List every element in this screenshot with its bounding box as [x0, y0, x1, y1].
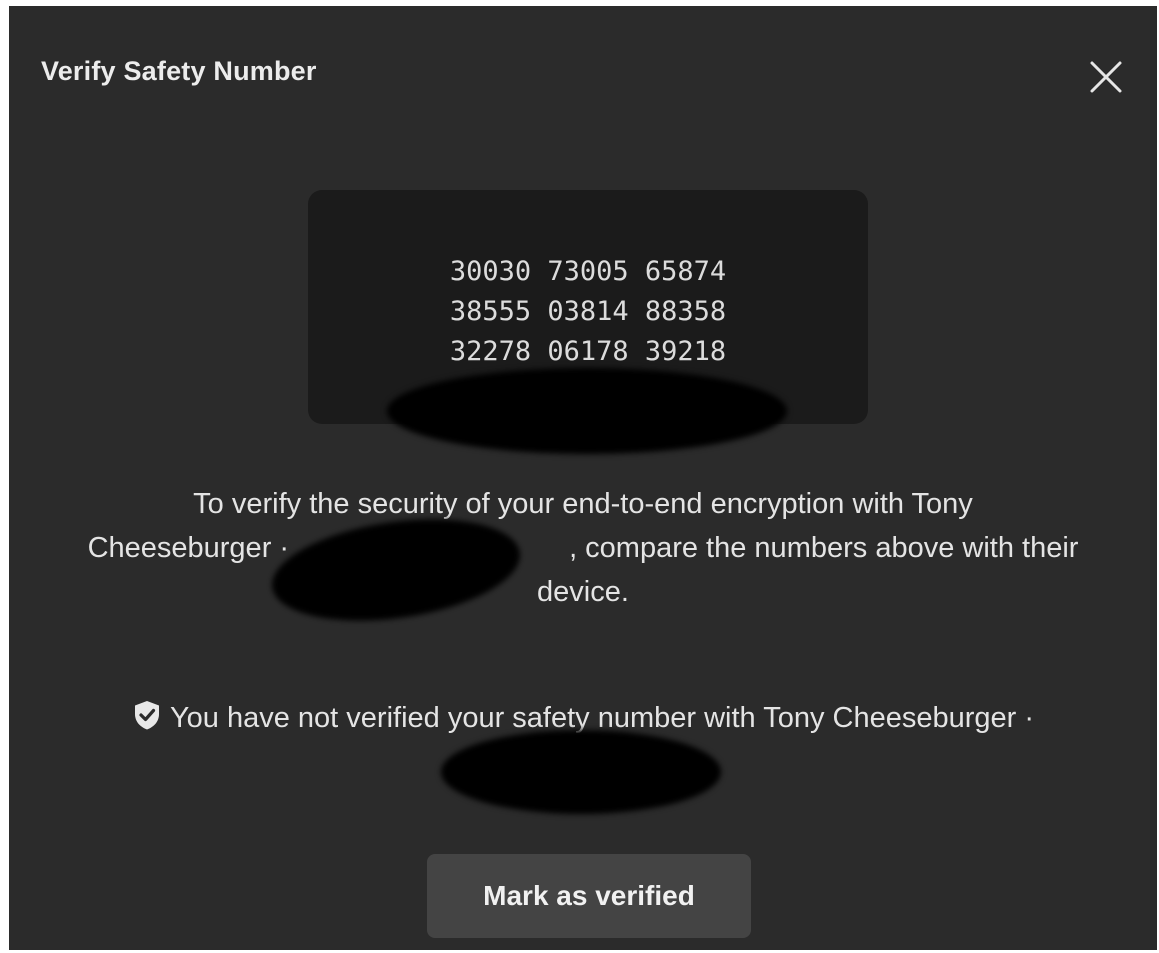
- close-icon: [1090, 61, 1122, 93]
- safety-number-row: 32278 06178 39218: [449, 336, 727, 367]
- redaction-mark: [387, 368, 787, 454]
- status-text: You have not verified your safety number…: [169, 702, 1035, 734]
- description-line: device.: [537, 576, 629, 608]
- close-button[interactable]: [1082, 53, 1130, 101]
- description-line: To verify the security of your end-to-en…: [193, 488, 973, 520]
- contact-name-prefix: Cheeseburger ·: [87, 532, 290, 564]
- shield-check-icon: [134, 701, 159, 730]
- safety-number-row: 38555 03814 88358: [449, 296, 727, 327]
- description-line-suffix: , compare the numbers above with their: [569, 532, 1079, 564]
- dialog-title: Verify Safety Number: [41, 56, 317, 86]
- safety-number-row: 30030 73005 65874: [449, 256, 727, 287]
- verification-description: To verify the security of your end-to-en…: [31, 482, 1135, 614]
- description-line: Cheeseburger · , compare the numbers abov…: [31, 526, 1135, 570]
- verify-safety-number-dialog: Verify Safety Number 30030 73005 65874 3…: [9, 6, 1157, 950]
- redaction-mark: [441, 730, 721, 814]
- mark-as-verified-button[interactable]: Mark as verified: [427, 854, 751, 938]
- safety-number-grid: 30030 73005 65874 38555 03814 88358 3227…: [308, 252, 868, 372]
